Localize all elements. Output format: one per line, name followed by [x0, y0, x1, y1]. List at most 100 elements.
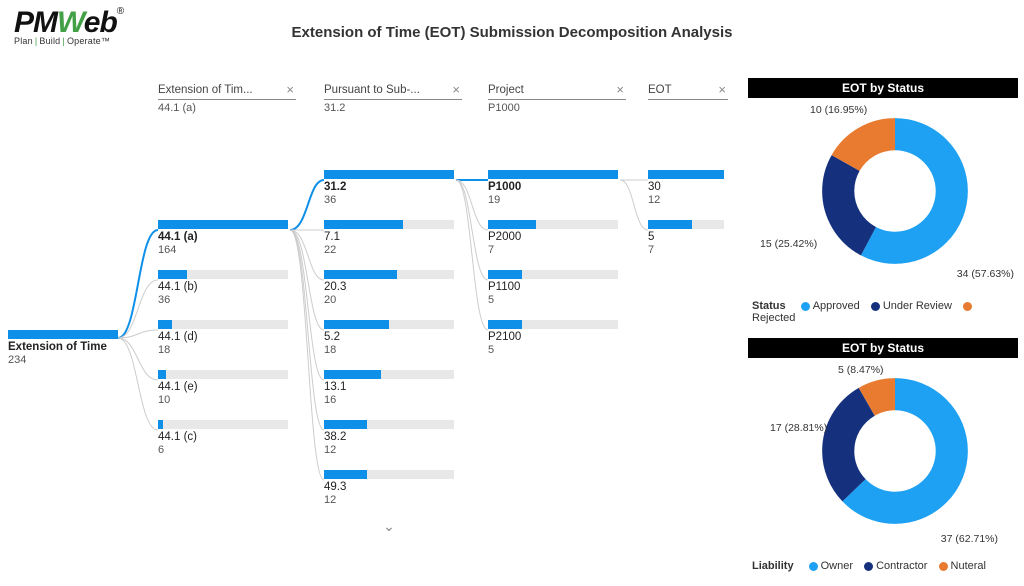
node-label: 49.3	[324, 481, 454, 494]
tree-node[interactable]: P21005	[488, 320, 618, 356]
swatch-underreview[interactable]	[871, 302, 880, 311]
bar	[648, 220, 724, 229]
node-label: P1000	[488, 181, 618, 194]
node-value: 5	[488, 344, 618, 356]
slice-label-approved: 34 (57.63%)	[957, 268, 1014, 280]
decomposition-tree[interactable]: Extension of Time 234 Extension of Tim..…	[8, 82, 728, 552]
tree-node[interactable]: 13.116	[324, 370, 454, 406]
swatch-approved[interactable]	[801, 302, 810, 311]
node-value: 7	[648, 244, 724, 256]
tree-node[interactable]: 44.1 (b)36	[158, 270, 288, 306]
bar-fill	[488, 220, 536, 229]
bar	[158, 320, 288, 329]
swatch-owner[interactable]	[809, 562, 818, 571]
bar-fill	[324, 320, 389, 329]
close-icon[interactable]: ×	[284, 82, 296, 97]
node-label: 5	[648, 231, 724, 244]
chevron-down-icon[interactable]: ⌄	[324, 518, 454, 535]
root-node[interactable]: Extension of Time 234	[8, 330, 126, 366]
donut-chart[interactable]	[820, 116, 970, 266]
tree-node[interactable]: 44.1 (c)6	[158, 420, 288, 456]
bar-fill	[158, 370, 166, 379]
node-value: 12	[648, 194, 724, 206]
bar	[324, 270, 454, 279]
bar	[488, 320, 618, 329]
node-label: 44.1 (e)	[158, 381, 288, 394]
legend-item[interactable]: Rejected	[752, 312, 795, 324]
bar	[158, 420, 288, 429]
bar	[324, 420, 454, 429]
slice-label-underreview: 15 (25.42%)	[760, 238, 817, 250]
tree-node[interactable]: 44.1 (a)164	[158, 220, 288, 256]
bar	[324, 370, 454, 379]
tree-node[interactable]: 3012	[648, 170, 724, 206]
tree-node[interactable]: 20.320	[324, 270, 454, 306]
chart-title: EOT by Status	[748, 78, 1018, 98]
bar	[488, 220, 618, 229]
tree-node[interactable]: 7.122	[324, 220, 454, 256]
tree-node[interactable]: 44.1 (d)18	[158, 320, 288, 356]
swatch-rejected[interactable]	[963, 302, 972, 311]
bar-fill	[488, 320, 522, 329]
tree-node[interactable]: 44.1 (e)10	[158, 370, 288, 406]
chart-body[interactable]: 34 (57.63%) 15 (25.42%) 10 (16.95%)	[748, 98, 1018, 298]
node-value: 20	[324, 294, 454, 306]
bar	[324, 170, 454, 179]
legend-item[interactable]: Owner	[821, 560, 853, 572]
node-label: 20.3	[324, 281, 454, 294]
page-title: Extension of Time (EOT) Submission Decom…	[0, 24, 1024, 41]
node-label: 44.1 (a)	[158, 231, 288, 244]
legend-item[interactable]: Nuteral	[951, 560, 986, 572]
close-icon[interactable]: ×	[614, 82, 626, 97]
bar	[648, 170, 724, 179]
tree-node[interactable]: P20007	[488, 220, 618, 256]
column-project: Project × P1000 P100019P20007P11005P2100…	[488, 82, 626, 120]
bar	[158, 220, 288, 229]
tree-node[interactable]: 38.212	[324, 420, 454, 456]
bar-fill	[324, 220, 403, 229]
column-selected: 44.1 (a)	[158, 102, 296, 114]
node-label: 5.2	[324, 331, 454, 344]
tree-node[interactable]: 5.218	[324, 320, 454, 356]
chart-status: EOT by Status 34 (57.63%) 15 (25.42%) 10…	[748, 78, 1018, 330]
legend[interactable]: Status Approved Under Review Rejected	[748, 298, 1018, 330]
chart-body[interactable]: 37 (62.71%) 17 (28.81%) 5 (8.47%)	[748, 358, 1018, 558]
donut-chart[interactable]	[820, 376, 970, 526]
column-header[interactable]: Extension of Tim... ×	[158, 82, 296, 100]
tree-node[interactable]: 57	[648, 220, 724, 256]
tree-node[interactable]: P100019	[488, 170, 618, 206]
legend-item[interactable]: Contractor	[876, 560, 927, 572]
node-label: 44.1 (d)	[158, 331, 288, 344]
close-icon[interactable]: ×	[716, 82, 728, 97]
bar-fill	[324, 470, 367, 479]
column-header[interactable]: EOT ×	[648, 82, 728, 100]
close-icon[interactable]: ×	[450, 82, 462, 97]
chart-liability: EOT by Status 37 (62.71%) 17 (28.81%) 5 …	[748, 338, 1018, 578]
legend-item[interactable]: Under Review	[883, 300, 952, 312]
column-header[interactable]: Project ×	[488, 82, 626, 100]
tree-node[interactable]: 49.312	[324, 470, 454, 506]
bar-fill	[324, 270, 397, 279]
bar-fill	[648, 220, 692, 229]
bar	[324, 220, 454, 229]
slice-label-contractor: 17 (28.81%)	[770, 422, 827, 434]
swatch-contractor[interactable]	[864, 562, 873, 571]
legend-key: Liability	[752, 560, 794, 572]
swatch-nuteral[interactable]	[939, 562, 948, 571]
bar	[324, 320, 454, 329]
bar-fill	[158, 320, 172, 329]
node-value: 22	[324, 244, 454, 256]
legend[interactable]: Liability Owner Contractor Nuteral	[748, 558, 1018, 578]
legend-item[interactable]: Approved	[813, 300, 860, 312]
bar-fill	[8, 330, 118, 339]
bar-fill	[158, 220, 288, 229]
chart-title: EOT by Status	[748, 338, 1018, 358]
node-value: 10	[158, 394, 288, 406]
bar	[158, 270, 288, 279]
column-eot: EOT × 301257	[648, 82, 728, 106]
tree-node[interactable]: P11005	[488, 270, 618, 306]
bar-fill	[488, 270, 522, 279]
tree-node[interactable]: 31.236	[324, 170, 454, 206]
column-header[interactable]: Pursuant to Sub-... ×	[324, 82, 462, 100]
column-ext-clause: Extension of Tim... × 44.1 (a) 44.1 (a)1…	[158, 82, 296, 120]
